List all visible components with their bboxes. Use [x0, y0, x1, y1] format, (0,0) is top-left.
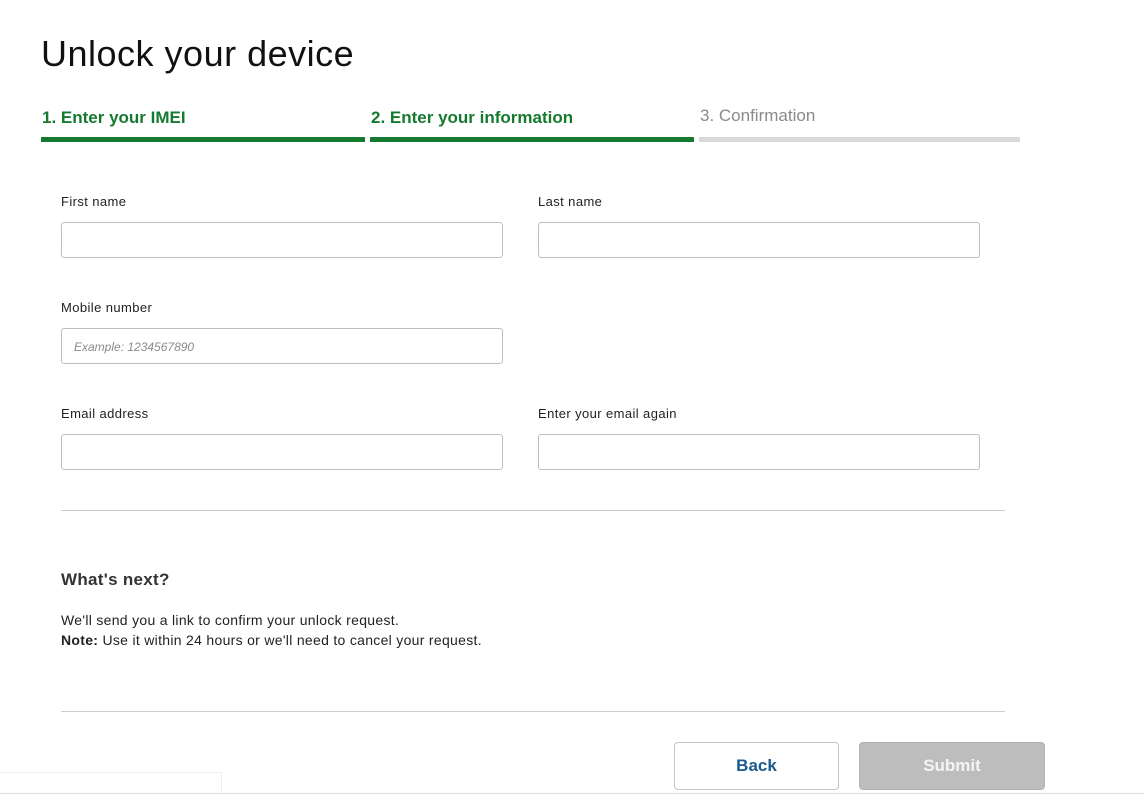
step-label: 1. Enter your IMEI [42, 108, 186, 127]
note-label: Note: [61, 632, 99, 648]
email-field[interactable] [61, 434, 503, 470]
email-confirm-label: Enter your email again [538, 406, 677, 421]
mobile-number-label: Mobile number [61, 300, 153, 315]
step-confirmation: 3. Confirmation [699, 104, 1020, 144]
section-divider [61, 711, 1005, 712]
whats-next-heading: What's next? [61, 570, 170, 589]
back-button[interactable]: Back [674, 742, 839, 790]
note-text: Use it within 24 hours or we'll need to … [98, 632, 482, 648]
unlock-page: Unlock your device 1. Enter your IMEI 2.… [0, 0, 1144, 798]
last-name-field[interactable] [538, 222, 980, 258]
email-label: Email address [61, 406, 149, 421]
step-label: 2. Enter your information [371, 108, 574, 127]
step-enter-imei: 1. Enter your IMEI [41, 104, 365, 144]
step-progress-bar [370, 137, 694, 142]
email-confirm-field[interactable] [538, 434, 980, 470]
page-title: Unlock your device [41, 33, 355, 74]
step-enter-information: 2. Enter your information [370, 104, 694, 144]
first-name-field[interactable] [61, 222, 503, 258]
whats-next-note: Note: Use it within 24 hours or we'll ne… [61, 632, 482, 648]
submit-button[interactable]: Submit [859, 742, 1045, 790]
whats-next-description: We'll send you a link to confirm your un… [61, 612, 400, 628]
first-name-label: First name [61, 194, 127, 209]
footer-tab [0, 772, 222, 794]
step-progress-bar [41, 137, 365, 142]
mobile-number-field[interactable] [61, 328, 503, 364]
step-label: 3. Confirmation [700, 106, 816, 125]
last-name-label: Last name [538, 194, 603, 209]
section-divider [61, 510, 1005, 511]
step-progress-bar [699, 137, 1020, 142]
bottom-border [0, 793, 1144, 794]
